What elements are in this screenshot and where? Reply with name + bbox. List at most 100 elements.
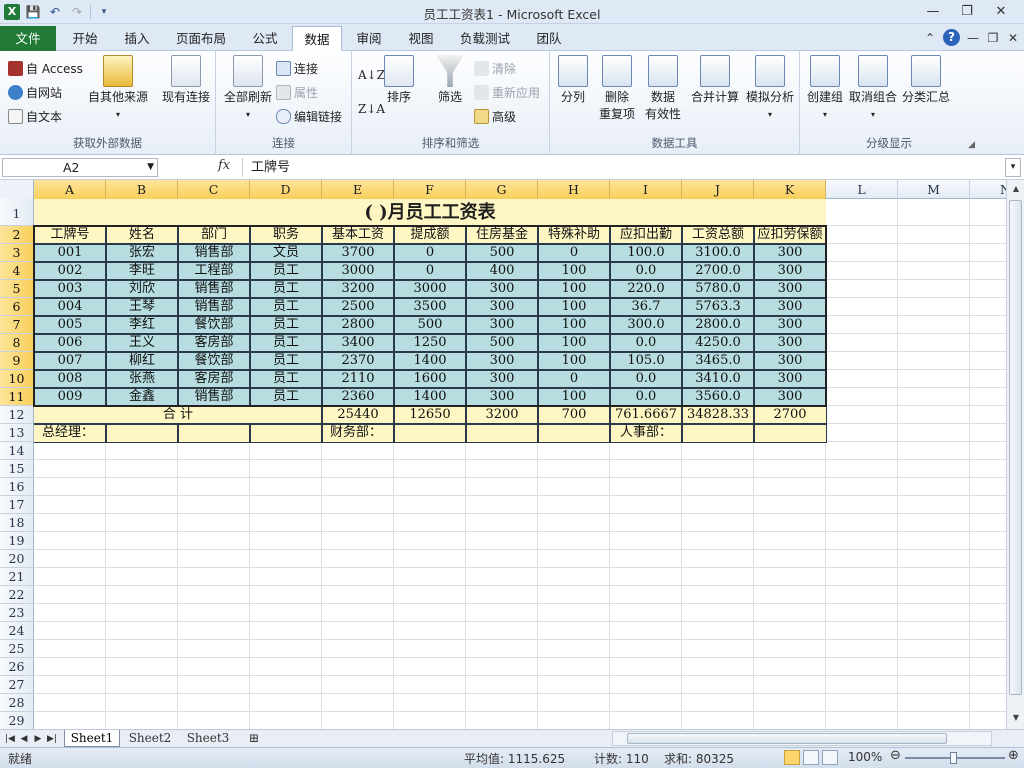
table-cell[interactable]: 餐饮部	[178, 316, 250, 334]
table-cell[interactable]: 2700.0	[682, 262, 754, 280]
formula-input[interactable]: 工牌号	[242, 158, 1008, 177]
table-cell[interactable]: 2360	[322, 388, 394, 406]
tab-file[interactable]: 文件	[0, 26, 56, 51]
close-icon[interactable]: ✕	[984, 2, 1018, 22]
table-cell[interactable]: 员工	[250, 298, 322, 316]
column-header-d[interactable]: D	[250, 180, 322, 199]
row-header-9[interactable]: 9	[0, 352, 34, 370]
table-cell[interactable]: 3100.0	[682, 244, 754, 262]
table-cell[interactable]: 1250	[394, 334, 466, 352]
table-cell[interactable]: 300	[466, 388, 538, 406]
table-cell[interactable]: 王义	[106, 334, 178, 352]
row-header-1[interactable]: 1	[0, 199, 34, 226]
table-cell[interactable]: 王琴	[106, 298, 178, 316]
table-cell[interactable]: 员工	[250, 334, 322, 352]
row-header-20[interactable]: 20	[0, 550, 34, 568]
row-header-22[interactable]: 22	[0, 586, 34, 604]
table-cell[interactable]: 300	[466, 316, 538, 334]
from-text-button[interactable]: 自文本	[8, 106, 62, 126]
table-cell[interactable]: 刘欣	[106, 280, 178, 298]
tab-formulas[interactable]: 公式	[240, 26, 290, 51]
table-cell[interactable]: 3200	[322, 280, 394, 298]
table-cell[interactable]: 员工	[250, 280, 322, 298]
tab-page-layout[interactable]: 页面布局	[166, 26, 236, 51]
table-header-cell[interactable]: 工牌号	[34, 226, 106, 244]
table-cell[interactable]: 柳红	[106, 352, 178, 370]
table-cell[interactable]: 3560.0	[682, 388, 754, 406]
table-cell[interactable]: 2800.0	[682, 316, 754, 334]
tab-home[interactable]: 开始	[60, 26, 110, 51]
table-cell[interactable]: 006	[34, 334, 106, 352]
row-header-10[interactable]: 10	[0, 370, 34, 388]
row-header-21[interactable]: 21	[0, 568, 34, 586]
sort-descending-icon[interactable]: Z↓A	[358, 99, 385, 119]
table-cell[interactable]: 员工	[250, 388, 322, 406]
from-web-button[interactable]: 自网站	[8, 82, 62, 102]
sort-button[interactable]: 排序	[384, 55, 414, 106]
table-cell[interactable]: 李红	[106, 316, 178, 334]
scroll-up-icon[interactable]: ▲	[1008, 181, 1024, 197]
table-cell[interactable]: 销售部	[178, 388, 250, 406]
row-header-28[interactable]: 28	[0, 694, 34, 712]
filter-button[interactable]: 筛选	[432, 55, 468, 106]
table-cell[interactable]: 300	[754, 262, 826, 280]
consolidate-button[interactable]: 合并计算	[688, 55, 742, 106]
table-cell[interactable]: 105.0	[610, 352, 682, 370]
table-cell[interactable]: 500	[394, 316, 466, 334]
tab-insert[interactable]: 插入	[112, 26, 162, 51]
table-cell[interactable]: 1400	[394, 388, 466, 406]
table-cell[interactable]: 销售部	[178, 280, 250, 298]
select-all-button[interactable]	[0, 180, 34, 199]
column-header-a[interactable]: A	[34, 180, 106, 199]
tab-load-test[interactable]: 负载测试	[450, 26, 520, 51]
table-cell[interactable]: 300	[754, 280, 826, 298]
table-cell[interactable]: 3400	[322, 334, 394, 352]
scroll-thumb[interactable]	[1009, 200, 1022, 695]
normal-view-icon[interactable]	[784, 750, 800, 765]
table-header-cell[interactable]: 工资总额	[682, 226, 754, 244]
table-header-cell[interactable]: 特殊补助	[538, 226, 610, 244]
table-cell[interactable]: 005	[34, 316, 106, 334]
column-header-j[interactable]: J	[682, 180, 754, 199]
table-cell[interactable]: 220.0	[610, 280, 682, 298]
column-header-l[interactable]: L	[826, 180, 898, 199]
advanced-filter-button[interactable]: 高级	[474, 106, 516, 126]
table-cell[interactable]: 100	[538, 298, 610, 316]
row-header-4[interactable]: 4	[0, 262, 34, 280]
table-cell[interactable]: 客房部	[178, 370, 250, 388]
row-header-16[interactable]: 16	[0, 478, 34, 496]
page-break-view-icon[interactable]	[822, 750, 838, 765]
sheet-tab-1[interactable]: Sheet1	[64, 730, 120, 747]
table-cell[interactable]: 100	[538, 388, 610, 406]
column-header-m[interactable]: M	[898, 180, 970, 199]
table-cell[interactable]: 300	[754, 316, 826, 334]
row-header-17[interactable]: 17	[0, 496, 34, 514]
minimize-icon[interactable]: —	[916, 2, 950, 22]
doc-minimize-icon[interactable]: —	[966, 31, 980, 45]
table-cell[interactable]: 客房部	[178, 334, 250, 352]
data-validation-button[interactable]: 数据 有效性	[642, 55, 684, 123]
table-cell[interactable]: 100	[538, 334, 610, 352]
table-header-cell[interactable]: 姓名	[106, 226, 178, 244]
remove-duplicates-button[interactable]: 删除 重复项	[596, 55, 638, 123]
table-cell[interactable]: 李旺	[106, 262, 178, 280]
zoom-out-icon[interactable]: ⊖	[890, 748, 901, 763]
row-header-12[interactable]: 12	[0, 406, 34, 424]
table-cell[interactable]: 300	[466, 280, 538, 298]
table-cell[interactable]: 3000	[394, 280, 466, 298]
column-header-h[interactable]: H	[538, 180, 610, 199]
worksheet-grid[interactable]: ABCDEFGHIJKLMN 1 2 3 4 5 6 7 8 9 10 11 12 13 14 15 16 17…	[0, 180, 1006, 729]
row-header-8[interactable]: 8	[0, 334, 34, 352]
table-cell[interactable]: 300	[754, 298, 826, 316]
total-cell[interactable]: 25440	[322, 406, 394, 424]
row-header-14[interactable]: 14	[0, 442, 34, 460]
table-cell[interactable]: 300	[466, 298, 538, 316]
from-access-button[interactable]: 自 Access	[8, 58, 83, 78]
table-cell[interactable]: 2370	[322, 352, 394, 370]
table-cell[interactable]: 0.0	[610, 388, 682, 406]
table-cell[interactable]: 0	[394, 244, 466, 262]
table-cell[interactable]: 004	[34, 298, 106, 316]
total-cell[interactable]: 761.6667	[610, 406, 682, 424]
table-cell[interactable]: 1400	[394, 352, 466, 370]
signature-manager[interactable]: 总经理：	[42, 424, 114, 442]
